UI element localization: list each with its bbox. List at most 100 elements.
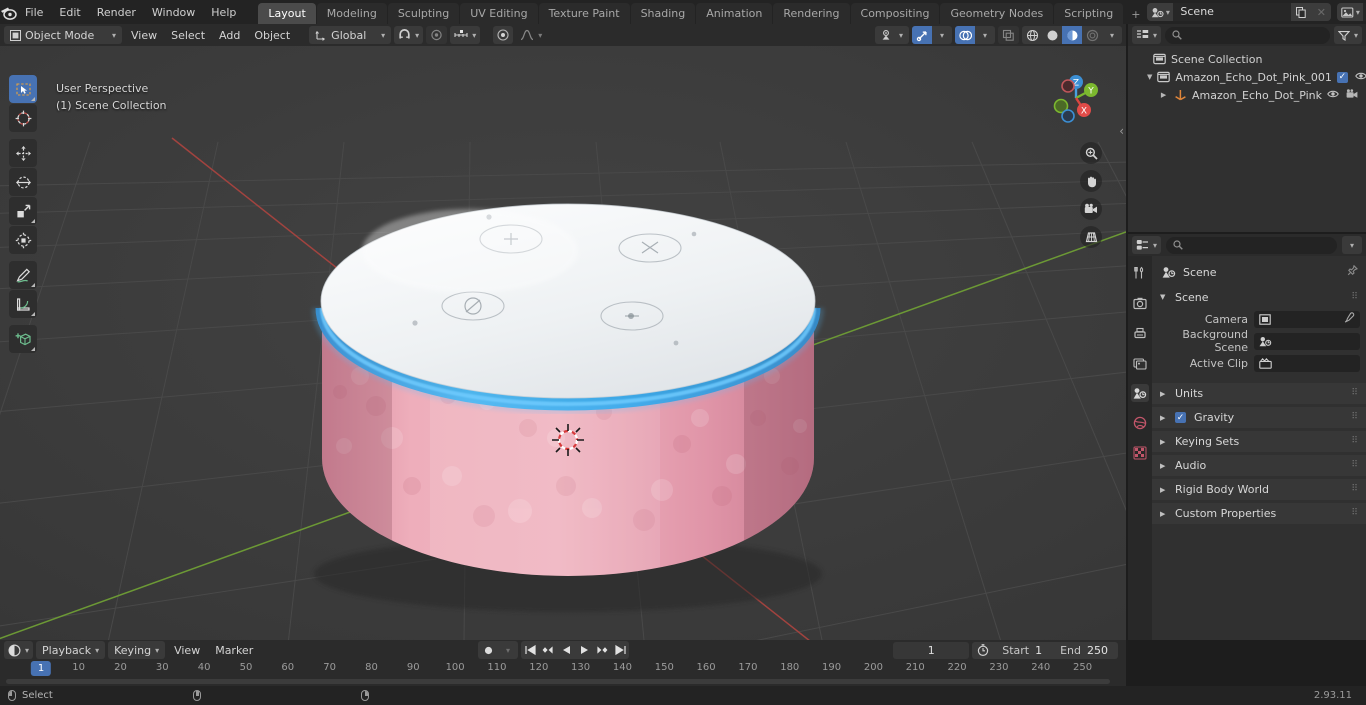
cursor-tool[interactable] [9, 104, 37, 132]
rendered-shading-icon[interactable] [1082, 26, 1102, 44]
workspace-tab-uv-editing[interactable]: UV Editing [460, 3, 538, 25]
camera-icon[interactable] [1346, 88, 1358, 102]
pan-hand-icon[interactable] [1080, 170, 1102, 192]
object-mode-dropdown[interactable]: Object Mode ▾ [4, 26, 122, 44]
transform-orientation-dropdown[interactable]: Global ▾ [309, 26, 392, 44]
workspace-tab-compositing[interactable]: Compositing [850, 3, 940, 25]
play-button[interactable] [575, 641, 593, 659]
outliner-display-mode-icon[interactable]: ▾ [1132, 26, 1162, 44]
workspace-tab-rendering[interactable]: Rendering [773, 3, 850, 25]
view-layer-selector[interactable]: ▾ View Layer ✕ [1337, 3, 1366, 21]
triangle-right-icon[interactable]: ▶ [1158, 91, 1169, 99]
menu-edit[interactable]: Edit [51, 3, 88, 22]
scene-panel-header[interactable]: ▼ Scene ⠿ [1152, 287, 1366, 307]
navigation-gizmo[interactable]: Z Y X [1044, 66, 1108, 130]
stopwatch-icon[interactable] [972, 644, 994, 656]
falloff-type-dropdown[interactable]: ▾ [516, 26, 546, 44]
workspace-tab-sculpting[interactable]: Sculpting [387, 3, 460, 25]
keying-dropdown[interactable]: Keying ▾ [108, 641, 166, 659]
overlays-dropdown[interactable]: ▾ [975, 26, 995, 44]
add-workspace-button[interactable]: + [1124, 4, 1147, 25]
workspace-tab-shading[interactable]: Shading [630, 3, 696, 25]
panel-units[interactable]: ▶ Units ⠿ [1152, 383, 1366, 404]
transform-tool[interactable] [9, 226, 37, 254]
outliner-row[interactable]: ▶ Amazon_Echo_Dot_Pink [1128, 86, 1366, 104]
menu-window[interactable]: Window [144, 3, 203, 22]
scene-name-field[interactable]: Scene [1173, 3, 1292, 21]
properties-options-dropdown[interactable]: ▾ [1342, 236, 1362, 254]
viewport-menu-add[interactable]: Add [213, 26, 246, 44]
object-types-visibility-dropdown[interactable]: ▾ [874, 26, 909, 44]
eye-icon[interactable] [1327, 89, 1339, 102]
play-reverse-button[interactable] [557, 641, 575, 659]
rotate-tool[interactable] [9, 168, 37, 196]
proportional-falloff-toggle[interactable] [493, 26, 514, 44]
overlays-icon[interactable] [955, 26, 975, 44]
end-value[interactable]: 250 [1087, 644, 1118, 657]
workspace-tab-modeling[interactable]: Modeling [316, 3, 387, 25]
measure-tool[interactable] [9, 290, 37, 318]
outliner-row[interactable]: ▼ Amazon_Echo_Dot_Pink_001 ✓ [1128, 68, 1366, 86]
panel-audio[interactable]: ▶ Audio ⠿ [1152, 455, 1366, 476]
panel-gravity[interactable]: ▶ ✓ Gravity ⠿ [1152, 407, 1366, 428]
menu-render[interactable]: Render [89, 3, 144, 22]
camera-view-icon[interactable] [1080, 198, 1102, 220]
view-layer-tab[interactable] [1131, 354, 1149, 372]
material-preview-shading-icon[interactable] [1062, 26, 1082, 44]
previous-keyframe-button[interactable] [539, 641, 557, 659]
pin-icon[interactable] [1347, 264, 1358, 279]
auto-keying-dropdown[interactable]: ▾ [498, 641, 518, 659]
timeline-view-menu[interactable]: View [168, 641, 206, 659]
panel-enable-checkbox[interactable]: ✓ [1175, 412, 1186, 423]
record-icon[interactable] [478, 641, 498, 659]
shading-dropdown[interactable]: ▾ [1102, 26, 1122, 44]
viewport-menu-select[interactable]: Select [165, 26, 211, 44]
timeline-editor-icon[interactable]: ▾ [4, 641, 34, 659]
viewport-menu-view[interactable]: View [125, 26, 163, 44]
unlink-scene-icon[interactable]: ✕ [1311, 3, 1332, 21]
gizmo-icon[interactable] [912, 26, 932, 44]
scale-tool[interactable] [9, 197, 37, 225]
viewport-menu-object[interactable]: Object [248, 26, 296, 44]
workspace-tab-layout[interactable]: Layout [258, 3, 316, 25]
world-tab[interactable] [1131, 414, 1149, 432]
proportional-editing-toggle[interactable] [426, 26, 448, 44]
solid-shading-icon[interactable] [1042, 26, 1062, 44]
properties-search-input[interactable] [1166, 236, 1337, 254]
panel-rigid-body-world[interactable]: ▶ Rigid Body World ⠿ [1152, 479, 1366, 500]
workspace-tab-geometry-nodes[interactable]: Geometry Nodes [940, 3, 1054, 25]
outliner-row[interactable]: Scene Collection [1128, 50, 1366, 68]
start-value[interactable]: 1 [1035, 644, 1052, 657]
outliner-search-input[interactable] [1165, 26, 1330, 44]
tool-expand-corner-icon[interactable] [31, 97, 35, 101]
workspace-tab-scripting[interactable]: Scripting [1054, 3, 1124, 25]
tool-expand-corner-icon[interactable] [31, 347, 35, 351]
workspace-tab-texture-paint[interactable]: Texture Paint [538, 3, 630, 25]
menu-file[interactable]: File [17, 3, 51, 22]
wireframe-shading-icon[interactable] [1022, 26, 1042, 44]
filter-icon[interactable]: ▾ [1333, 26, 1362, 44]
sidebar-toggle-arrow-icon[interactable]: ‹ [1119, 124, 1124, 138]
duplicate-icon[interactable] [1291, 3, 1312, 21]
playhead[interactable]: 1 [30, 661, 52, 676]
timeline-marker-menu[interactable]: Marker [209, 641, 259, 659]
output-tab[interactable] [1131, 324, 1149, 342]
scene-icon[interactable]: ▾ [1147, 3, 1174, 21]
zoom-icon[interactable] [1080, 142, 1102, 164]
texture-tab[interactable] [1131, 444, 1149, 462]
add-cube-tool[interactable] [9, 325, 37, 353]
tool-expand-corner-icon[interactable] [31, 283, 35, 287]
scene-tab[interactable] [1131, 384, 1149, 402]
render-tab[interactable] [1131, 294, 1149, 312]
snap-magnet-toggle[interactable]: ▾ [394, 26, 424, 44]
next-keyframe-button[interactable] [593, 641, 611, 659]
current-frame-field[interactable]: 1 [893, 641, 970, 659]
jump-to-end-button[interactable] [611, 641, 629, 659]
annotate-tool[interactable] [9, 261, 37, 289]
background-scene-field[interactable] [1254, 332, 1360, 350]
gizmo-dropdown[interactable]: ▾ [932, 26, 952, 44]
exclude-checkbox[interactable]: ✓ [1336, 71, 1348, 83]
camera-field[interactable] [1254, 310, 1360, 328]
scene-selector[interactable]: ▾ Scene ✕ [1147, 3, 1332, 21]
eye-icon[interactable] [1355, 71, 1366, 84]
